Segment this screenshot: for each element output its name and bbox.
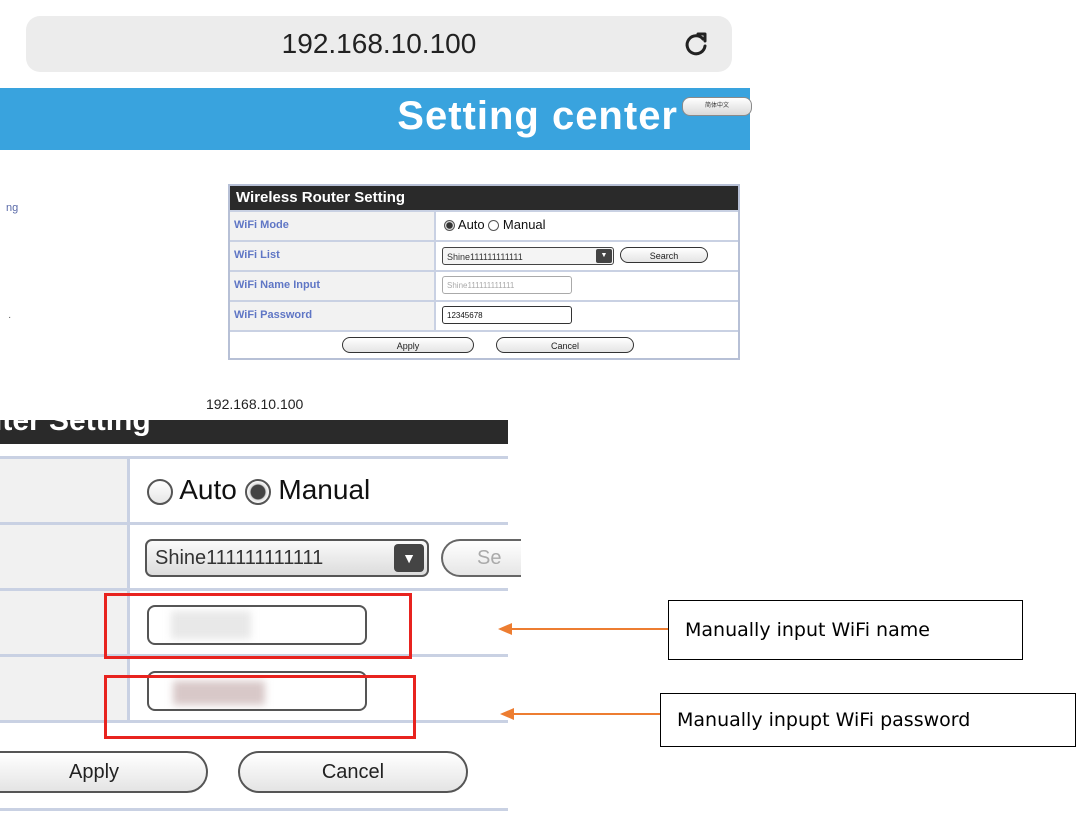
url-text: 192.168.10.100 xyxy=(281,28,477,59)
arrow-name xyxy=(498,623,668,635)
panel-title: Wireless Router Setting xyxy=(230,186,738,210)
zoomed-header-text: iter Setting xyxy=(0,420,151,437)
zoomed-url-text: 192.168.10.100 xyxy=(206,396,304,412)
wifi-list-value: Shine111111111111 ▼ Search xyxy=(438,242,738,270)
zoomed-label-cell xyxy=(0,525,130,588)
auto-label: Auto xyxy=(457,217,485,232)
address-bar[interactable]: 192.168.10.100 xyxy=(26,16,732,72)
zoomed-list-value: Shine111111111111 ▼ Se xyxy=(133,525,521,588)
highlight-box-name xyxy=(104,593,412,659)
wireless-router-panel: Wireless Router Setting WiFi Mode Auto M… xyxy=(228,184,740,360)
zoomed-manual-radio[interactable] xyxy=(244,478,271,505)
wifi-mode-label: WiFi Mode xyxy=(230,212,436,240)
wifi-name-value: Shine111111111111 xyxy=(438,272,738,300)
zoomed-manual-label: Manual xyxy=(278,474,371,505)
zoomed-row-list: Shine111111111111 ▼ Se xyxy=(0,522,521,588)
zoomed-bottom-border xyxy=(0,808,508,811)
cancel-button[interactable]: Cancel xyxy=(496,337,634,353)
zoomed-search-button[interactable]: Se xyxy=(441,539,521,577)
apply-button[interactable]: Apply xyxy=(342,337,474,353)
zoomed-wifi-list-select[interactable]: Shine111111111111 ▼ xyxy=(145,539,429,577)
header-banner: Setting center xyxy=(0,88,750,150)
chevron-down-icon: ▼ xyxy=(394,544,424,572)
arrow-password xyxy=(500,708,660,720)
row-wifi-password: WiFi Password 12345678 xyxy=(230,300,738,330)
reload-icon[interactable] xyxy=(682,30,710,58)
row-wifi-list: WiFi List Shine111111111111 ▼ Search xyxy=(230,240,738,270)
highlight-box-password xyxy=(104,675,416,739)
manual-radio[interactable] xyxy=(488,220,500,232)
chevron-down-icon: ▼ xyxy=(596,249,612,263)
language-button[interactable]: 简体中文 xyxy=(682,97,752,116)
callout-wifi-name: Manually input WiFi name xyxy=(668,600,1023,660)
page-title: Setting center xyxy=(397,94,678,138)
zoomed-auto-radio[interactable] xyxy=(147,478,173,505)
zoomed-panel-header: iter Setting xyxy=(0,420,508,444)
wifi-password-input[interactable]: 12345678 xyxy=(442,306,572,324)
zoomed-cancel-button[interactable]: Cancel xyxy=(238,751,468,793)
wifi-list-label: WiFi List xyxy=(230,242,436,270)
zoomed-label-cell xyxy=(0,459,130,522)
wifi-name-label: WiFi Name Input xyxy=(230,272,436,300)
wifi-password-value: 12345678 xyxy=(438,302,738,330)
row-wifi-mode: WiFi Mode Auto Manual xyxy=(230,210,738,240)
row-wifi-name: WiFi Name Input Shine111111111111 xyxy=(230,270,738,300)
wifi-name-input[interactable]: Shine111111111111 xyxy=(442,276,572,294)
zoomed-wifi-list-selected: Shine111111111111 xyxy=(155,547,324,569)
wifi-password-label: WiFi Password xyxy=(230,302,436,330)
zoomed-row-mode: Auto Manual xyxy=(0,456,508,522)
search-button[interactable]: Search xyxy=(620,247,708,263)
callout-wifi-password: Manually inpupt WiFi password xyxy=(660,693,1076,747)
wifi-list-select[interactable]: Shine111111111111 ▼ xyxy=(442,247,614,265)
manual-label: Manual xyxy=(502,217,546,232)
sidebar-fragment-dot: · xyxy=(8,312,12,323)
zoomed-auto-label: Auto xyxy=(179,474,237,505)
sidebar-fragment: ng xyxy=(6,202,19,214)
zoomed-apply-button[interactable]: Apply xyxy=(0,751,208,793)
wifi-list-selected: Shine111111111111 xyxy=(447,252,523,262)
wifi-mode-options: Auto Manual xyxy=(438,212,738,240)
row-actions: Apply Cancel xyxy=(230,330,738,358)
auto-radio[interactable] xyxy=(444,220,455,232)
zoomed-mode-options: Auto Manual xyxy=(133,459,508,522)
